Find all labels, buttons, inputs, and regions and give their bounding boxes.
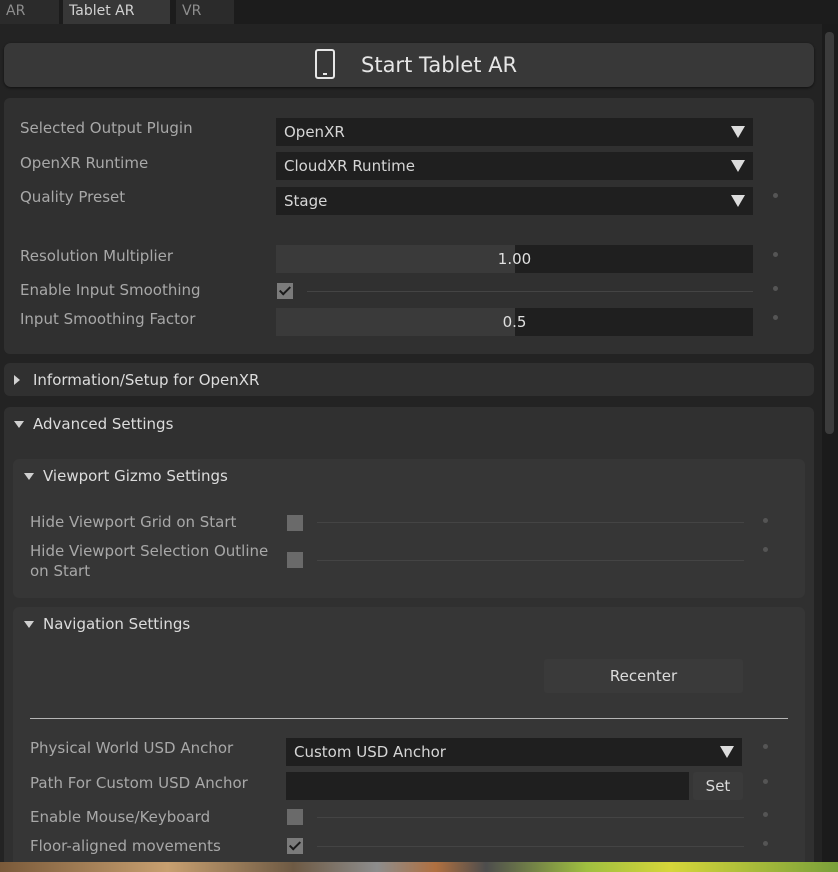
tab-vr-label: VR (182, 3, 202, 19)
openxr-runtime-label: OpenXR Runtime (20, 154, 149, 172)
reset-dot-icon[interactable] (763, 547, 768, 552)
chevron-down-icon[interactable] (24, 621, 34, 628)
divider-line (317, 560, 744, 561)
input-smoothing-factor-value: 0.5 (502, 313, 527, 331)
quality-preset-label: Quality Preset (20, 188, 126, 206)
chevron-down-icon (725, 187, 753, 215)
tab-vr[interactable]: VR (176, 0, 234, 24)
divider-line (307, 291, 753, 292)
tab-tablet-ar[interactable]: Tablet AR (63, 0, 170, 24)
info-section-title: Information/Setup for OpenXR (33, 371, 260, 389)
advanced-settings-title[interactable]: Advanced Settings (33, 415, 173, 433)
reset-dot-icon[interactable] (763, 744, 768, 749)
hide-outline-checkbox[interactable] (287, 552, 303, 568)
tab-bar: AR Tablet AR VR (0, 0, 838, 24)
tab-tablet-ar-label: Tablet AR (69, 3, 135, 19)
reset-dot-icon[interactable] (773, 286, 778, 291)
chevron-down-icon[interactable] (14, 421, 24, 428)
resolution-multiplier-label: Resolution Multiplier (20, 247, 174, 265)
anchor-path-input[interactable] (286, 772, 689, 800)
tab-ar[interactable]: AR (0, 0, 59, 24)
input-smoothing-label: Enable Input Smoothing (20, 281, 201, 299)
output-plugin-select[interactable]: OpenXR (276, 118, 753, 146)
chevron-down-icon (714, 738, 742, 766)
navigation-title[interactable]: Navigation Settings (43, 615, 190, 633)
reset-dot-icon[interactable] (773, 315, 778, 320)
chevron-right-icon (14, 375, 20, 385)
usd-anchor-label: Physical World USD Anchor (30, 739, 234, 757)
tablet-icon (315, 49, 335, 79)
hide-grid-checkbox[interactable] (287, 515, 303, 531)
recenter-button[interactable]: Recenter (544, 659, 743, 693)
info-section-header[interactable]: Information/Setup for OpenXR (4, 363, 814, 396)
start-tablet-ar-label: Start Tablet AR (361, 53, 518, 77)
divider-line (317, 846, 744, 847)
section-divider (30, 718, 788, 719)
reset-dot-icon[interactable] (763, 779, 768, 784)
scrollbar-thumb[interactable] (825, 32, 834, 434)
resolution-multiplier-slider[interactable]: 1.00 (276, 245, 753, 273)
resolution-multiplier-value: 1.00 (497, 250, 532, 268)
divider-line (317, 817, 744, 818)
tab-ar-label: AR (6, 3, 26, 19)
usd-anchor-value: Custom USD Anchor (294, 743, 446, 761)
start-tablet-ar-button[interactable]: Start Tablet AR (4, 43, 814, 87)
divider-line (317, 522, 744, 523)
quality-preset-value: Stage (284, 192, 328, 210)
floor-aligned-label: Floor-aligned movements (30, 837, 221, 855)
hide-outline-label: Hide Viewport Selection Outline (30, 542, 269, 560)
output-plugin-label: Selected Output Plugin (20, 119, 193, 137)
usd-anchor-select[interactable]: Custom USD Anchor (286, 738, 742, 766)
quality-preset-select[interactable]: Stage (276, 187, 753, 215)
chevron-down-icon (725, 152, 753, 180)
reset-dot-icon[interactable] (773, 193, 778, 198)
mouse-keyboard-checkbox[interactable] (287, 809, 303, 825)
set-anchor-button[interactable]: Set (693, 772, 743, 800)
scrollbar[interactable] (822, 24, 838, 862)
hide-outline-label-line2: on Start (30, 562, 91, 580)
input-smoothing-factor-label: Input Smoothing Factor (20, 310, 196, 328)
chevron-down-icon[interactable] (24, 473, 34, 480)
floor-aligned-checkbox[interactable] (287, 838, 303, 854)
viewport-gizmo-title[interactable]: Viewport Gizmo Settings (43, 467, 228, 485)
input-smoothing-factor-slider[interactable]: 0.5 (276, 308, 753, 336)
output-plugin-value: OpenXR (284, 123, 345, 141)
mouse-keyboard-label: Enable Mouse/Keyboard (30, 808, 211, 826)
reset-dot-icon[interactable] (773, 252, 778, 257)
hide-grid-label: Hide Viewport Grid on Start (30, 513, 237, 531)
reset-dot-icon[interactable] (763, 812, 768, 817)
navigation-panel: Navigation Settings (13, 607, 805, 867)
reset-dot-icon[interactable] (763, 518, 768, 523)
openxr-runtime-value: CloudXR Runtime (284, 157, 415, 175)
input-smoothing-checkbox[interactable] (277, 283, 293, 299)
chevron-down-icon (725, 118, 753, 146)
reset-dot-icon[interactable] (763, 841, 768, 846)
anchor-path-label: Path For Custom USD Anchor (30, 774, 248, 792)
openxr-runtime-select[interactable]: CloudXR Runtime (276, 152, 753, 180)
viewport-strip (0, 862, 838, 872)
